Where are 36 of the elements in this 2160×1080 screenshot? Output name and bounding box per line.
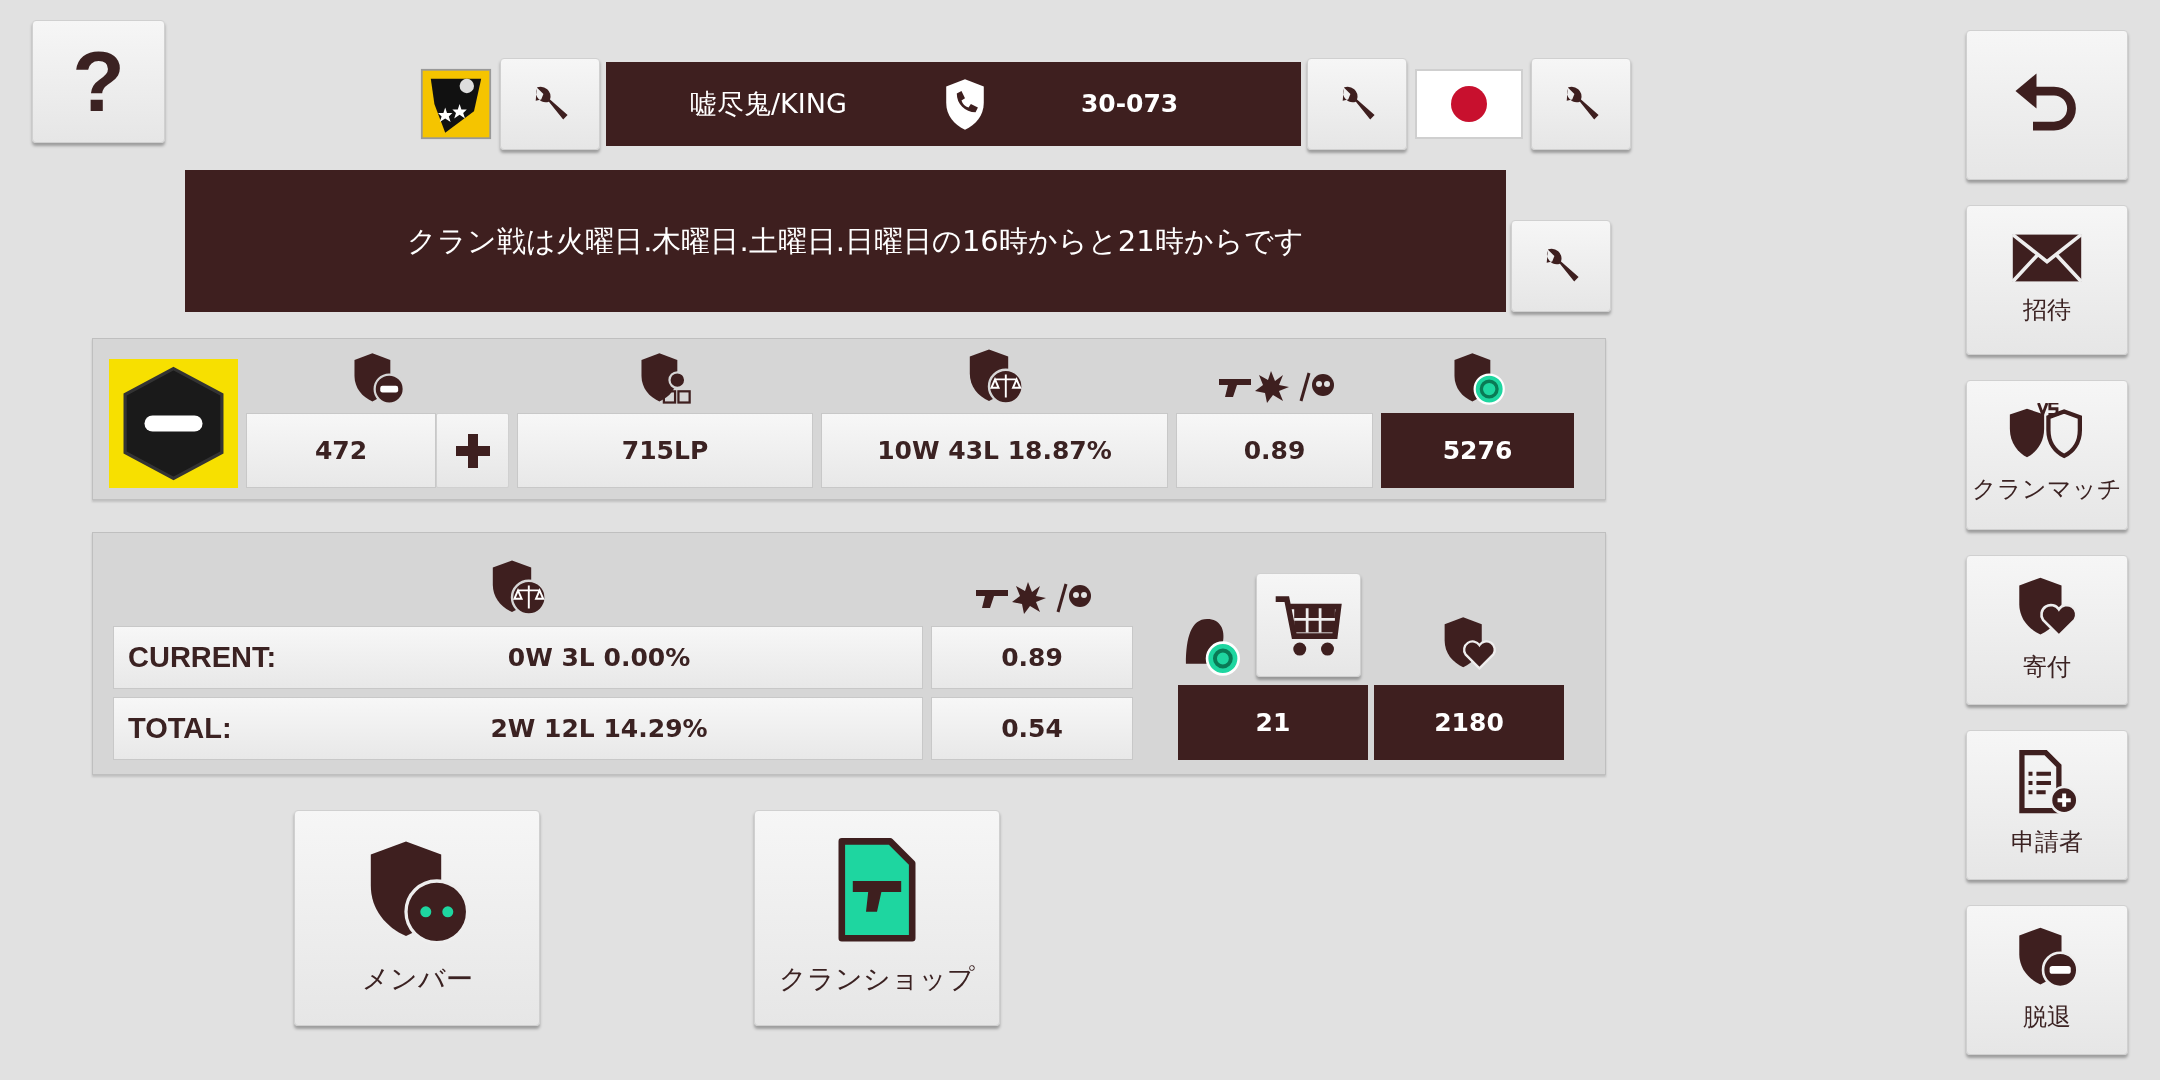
wrench-button[interactable] <box>1511 220 1611 312</box>
row-label: TOTAL: <box>127 710 233 746</box>
back-button[interactable] <box>1966 30 2128 180</box>
hexagon-minus-icon <box>109 359 238 488</box>
sidebar-button[interactable]: 脱退 <box>1966 905 2128 1055</box>
envelope-icon <box>2011 232 2083 284</box>
coins-value: 21 <box>1178 685 1368 760</box>
stat-value: 715LP <box>517 413 813 488</box>
sidebar-button[interactable]: 招待 <box>1966 205 2128 355</box>
clan-code: 30-073 <box>1080 88 1179 121</box>
emblem-icon <box>420 68 492 140</box>
sidebar-button[interactable]: 申請者 <box>1966 730 2128 880</box>
notice-text: クラン戦は火曜日.木曜日.土曜日.日曜日の16時からと21時からです <box>185 170 1506 312</box>
help-button[interactable]: ? <box>32 20 165 143</box>
wrench-button[interactable] <box>500 58 600 150</box>
flag-button[interactable] <box>1415 69 1523 139</box>
ratio-value: 0.54 <box>931 697 1133 760</box>
members-button[interactable]: メンバー <box>294 810 540 1026</box>
shop-button[interactable]: クランショップ <box>754 810 1000 1026</box>
wrench-button[interactable] <box>1307 58 1407 150</box>
sidebar-button[interactable]: クランマッチ <box>1966 380 2128 530</box>
stat-value: 10W 43L 18.87% <box>821 413 1168 488</box>
clan-name: 嘘尽鬼/KING <box>690 86 847 121</box>
plus-button[interactable] <box>436 413 509 488</box>
donation-value: 2180 <box>1374 685 1564 760</box>
stat-value: 0.89 <box>1176 413 1373 488</box>
row-label: CURRENT: <box>127 639 278 675</box>
stat-value: 5276 <box>1381 413 1574 488</box>
flag-icon <box>1449 84 1489 124</box>
record-value: 0W 3L 0.00% <box>506 641 692 674</box>
cart-button[interactable] <box>1256 573 1361 677</box>
record-value: 2W 12L 14.29% <box>489 712 709 745</box>
stat-value: 472 <box>246 413 436 488</box>
ratio-value: 0.89 <box>931 626 1133 689</box>
wrench-button[interactable] <box>1531 58 1631 150</box>
sidebar-button[interactable]: 寄付 <box>1966 555 2128 705</box>
